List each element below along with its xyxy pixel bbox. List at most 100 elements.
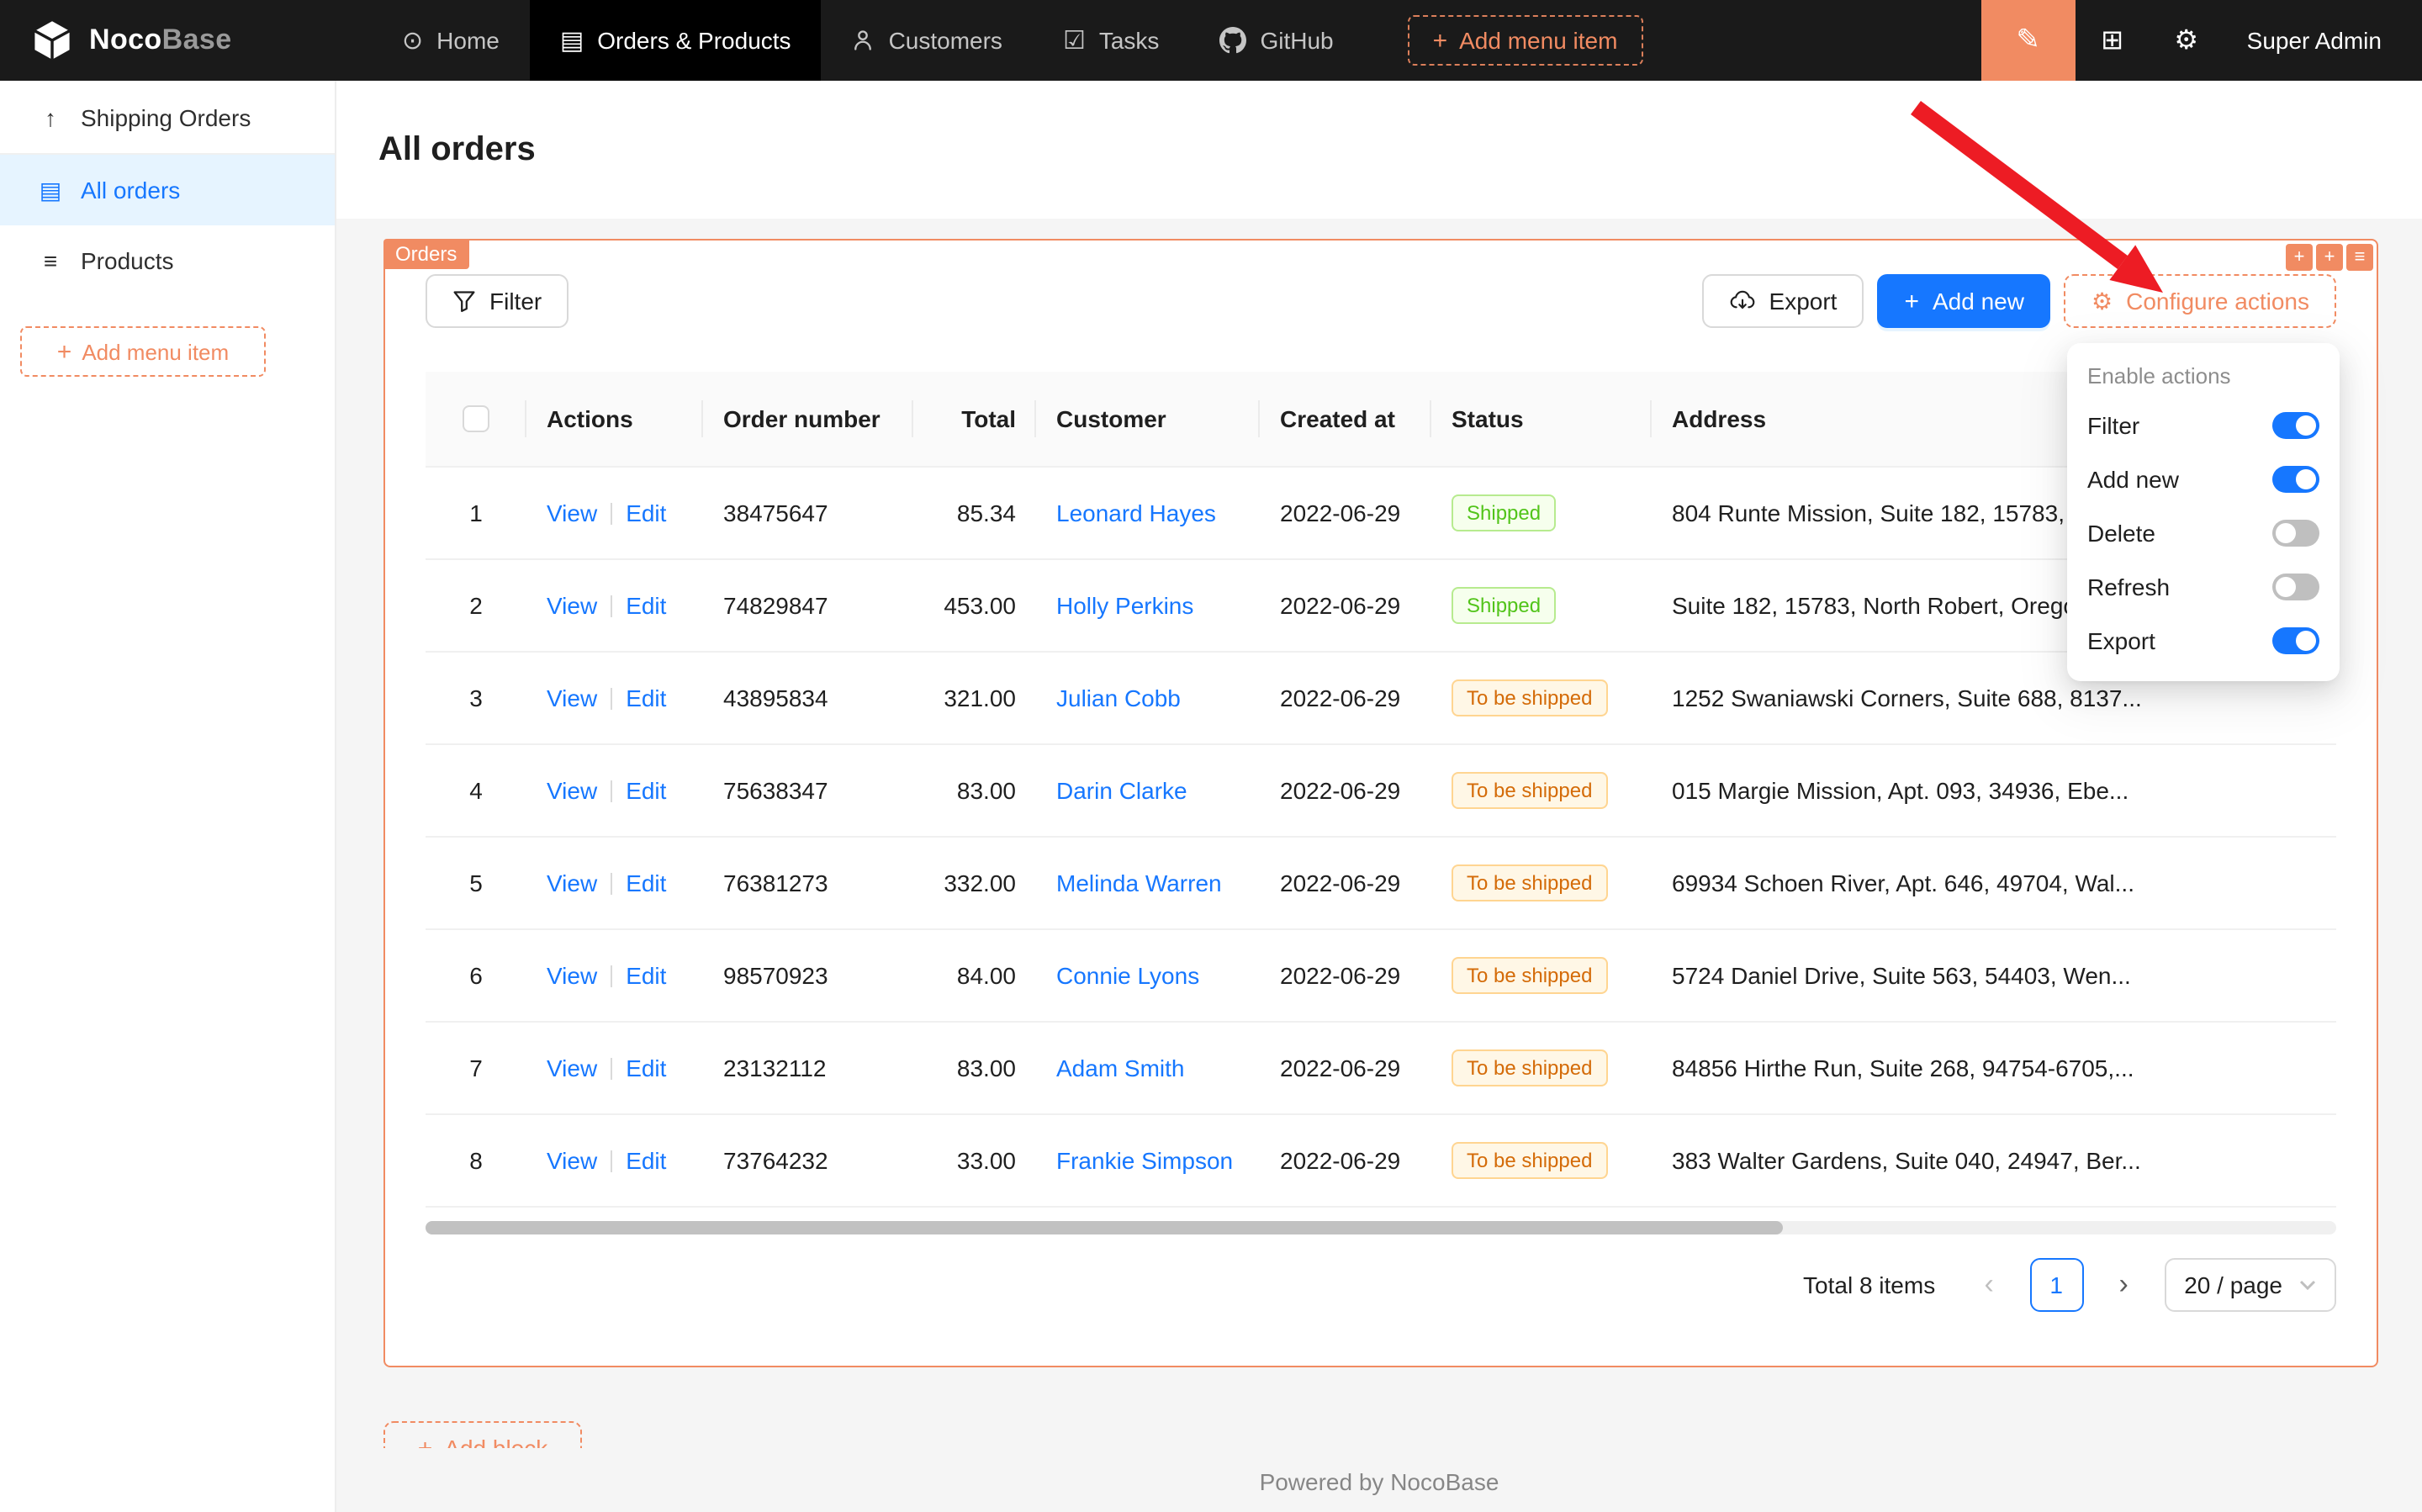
enable-action-add-new[interactable]: Add new (2067, 452, 2340, 506)
address-cell: 84856 Hirthe Run, Suite 268, 94754-6705,… (1652, 1021, 2336, 1113)
customer-link[interactable]: Darin Clarke (1056, 776, 1187, 803)
page-number-button[interactable]: 1 (2029, 1257, 2083, 1311)
sidebar-item-shipping-orders[interactable]: ↑ Shipping Orders (0, 81, 335, 155)
row-index: 8 (426, 1113, 526, 1206)
next-page-button[interactable]: › (2097, 1257, 2150, 1311)
created-at-cell: 2022-06-29 (1260, 558, 1431, 651)
ui-editor-button[interactable]: ✎ (1981, 0, 2076, 81)
table-row: 6 ViewEdit 98570923 84.00 Connie Lyons 2… (426, 928, 2336, 1021)
block-tag: Orders (383, 239, 468, 269)
select-all-checkbox[interactable] (463, 406, 489, 433)
address-cell: 5724 Daniel Drive, Suite 563, 54403, Wen… (1652, 928, 2336, 1021)
customer-link[interactable]: Holly Perkins (1056, 591, 1193, 618)
toggle-switch[interactable] (2272, 412, 2319, 439)
column-header-customer: Customer (1036, 372, 1260, 466)
customer-link[interactable]: Julian Cobb (1056, 684, 1181, 711)
add-menu-item-button-side[interactable]: + Add menu item (20, 326, 266, 377)
customer-link[interactable]: Melinda Warren (1056, 869, 1222, 896)
page-size-select[interactable]: 20 / page (2164, 1257, 2336, 1311)
edit-link[interactable]: Edit (626, 1146, 666, 1173)
view-link[interactable]: View (547, 591, 597, 618)
github-icon (1219, 27, 1246, 54)
sidebar-item-products[interactable]: ≡ Products (0, 225, 335, 296)
edit-link[interactable]: Edit (626, 1054, 666, 1081)
configure-actions-button[interactable]: ⚙ Configure actions (2065, 274, 2336, 328)
edit-link[interactable]: Edit (626, 591, 666, 618)
toggle-switch[interactable] (2272, 574, 2319, 600)
enable-action-delete[interactable]: Delete (2067, 506, 2340, 560)
add-new-button[interactable]: + Add new (1877, 274, 2051, 328)
total-cell: 321.00 (913, 651, 1036, 743)
view-link[interactable]: View (547, 684, 597, 711)
block-menu-icon[interactable]: ≡ (2346, 244, 2373, 271)
customer-link[interactable]: Leonard Hayes (1056, 499, 1216, 526)
scrollbar-thumb[interactable] (426, 1220, 1782, 1234)
page-header: All orders (336, 81, 2422, 219)
edit-link[interactable]: Edit (626, 869, 666, 896)
nav-item-label: Orders & Products (597, 27, 791, 54)
edit-link[interactable]: Edit (626, 961, 666, 988)
view-link[interactable]: View (547, 499, 597, 526)
add-menu-item-button-top[interactable]: + Add menu item (1408, 15, 1643, 66)
table-toolbar: Filter Export + Add (426, 274, 2336, 328)
add-block-button[interactable]: + Add block (383, 1421, 582, 1448)
menu-item-label: Refresh (2087, 574, 2170, 600)
order-number-cell: 76381273 (703, 836, 913, 928)
block-add-icon[interactable]: + (2286, 244, 2313, 271)
edit-link[interactable]: Edit (626, 499, 666, 526)
pagination: Total 8 items ‹ 1 › 20 / page (426, 1257, 2336, 1311)
cloud-download-icon (1729, 288, 1756, 315)
view-link[interactable]: View (547, 869, 597, 896)
settings-button[interactable]: ⚙ (2150, 0, 2224, 81)
toggle-switch[interactable] (2272, 466, 2319, 493)
block-plus-icon[interactable]: + (2316, 244, 2343, 271)
toggle-switch[interactable] (2272, 627, 2319, 654)
customer-link[interactable]: Adam Smith (1056, 1054, 1185, 1081)
order-number-cell: 75638347 (703, 743, 913, 836)
nav-item-label: Tasks (1099, 27, 1160, 54)
view-link[interactable]: View (547, 1146, 597, 1173)
nav-item-github[interactable]: GitHub (1189, 0, 1363, 81)
horizontal-scrollbar[interactable] (426, 1220, 2336, 1234)
previous-page-button[interactable]: ‹ (1962, 1257, 2016, 1311)
nav-item-customers[interactable]: Customers (822, 0, 1033, 81)
nav-item-tasks[interactable]: ☑ Tasks (1033, 0, 1190, 81)
plus-icon: + (1904, 288, 1919, 314)
plus-icon: + (1433, 28, 1448, 53)
plus-icon: + (418, 1435, 433, 1448)
page-size-value: 20 / page (2184, 1271, 2282, 1298)
nav-item-orders-products[interactable]: ▤ Orders & Products (530, 0, 822, 81)
table-row: 3 ViewEdit 43895834 321.00 Julian Cobb 2… (426, 651, 2336, 743)
enable-action-refresh[interactable]: Refresh (2067, 560, 2340, 614)
created-at-cell: 2022-06-29 (1260, 1021, 1431, 1113)
status-badge: Shipped (1452, 494, 1556, 531)
nav-item-home[interactable]: ⊙ Home (372, 0, 530, 81)
add-menu-item-label: Add menu item (82, 339, 229, 364)
total-cell: 332.00 (913, 836, 1036, 928)
export-button[interactable]: Export (1702, 274, 1864, 328)
total-cell: 85.34 (913, 466, 1036, 558)
sidebar-item-label: Shipping Orders (81, 103, 251, 130)
toggle-switch[interactable] (2272, 520, 2319, 547)
table-row: 8 ViewEdit 73764232 33.00 Frankie Simpso… (426, 1113, 2336, 1206)
enable-action-filter[interactable]: Filter (2067, 399, 2340, 452)
divider (611, 872, 612, 894)
total-cell: 33.00 (913, 1113, 1036, 1206)
total-cell: 83.00 (913, 743, 1036, 836)
user-menu[interactable]: Super Admin (2224, 27, 2422, 54)
total-cell: 453.00 (913, 558, 1036, 651)
top-navbar: NocoBase ⊙ Home ▤ Orders & Products Cust… (0, 0, 2422, 81)
enable-action-export[interactable]: Export (2067, 614, 2340, 668)
customer-link[interactable]: Connie Lyons (1056, 961, 1199, 988)
filter-button[interactable]: Filter (426, 274, 568, 328)
edit-link[interactable]: Edit (626, 776, 666, 803)
plugin-manager-button[interactable]: ⊞ (2076, 0, 2150, 81)
brand[interactable]: NocoBase (0, 0, 345, 81)
edit-link[interactable]: Edit (626, 684, 666, 711)
view-link[interactable]: View (547, 961, 597, 988)
sidebar-item-all-orders[interactable]: ▤ All orders (0, 155, 335, 225)
view-link[interactable]: View (547, 1054, 597, 1081)
customer-link[interactable]: Frankie Simpson (1056, 1146, 1233, 1173)
table-row: 2 ViewEdit 74829847 453.00 Holly Perkins… (426, 558, 2336, 651)
view-link[interactable]: View (547, 776, 597, 803)
